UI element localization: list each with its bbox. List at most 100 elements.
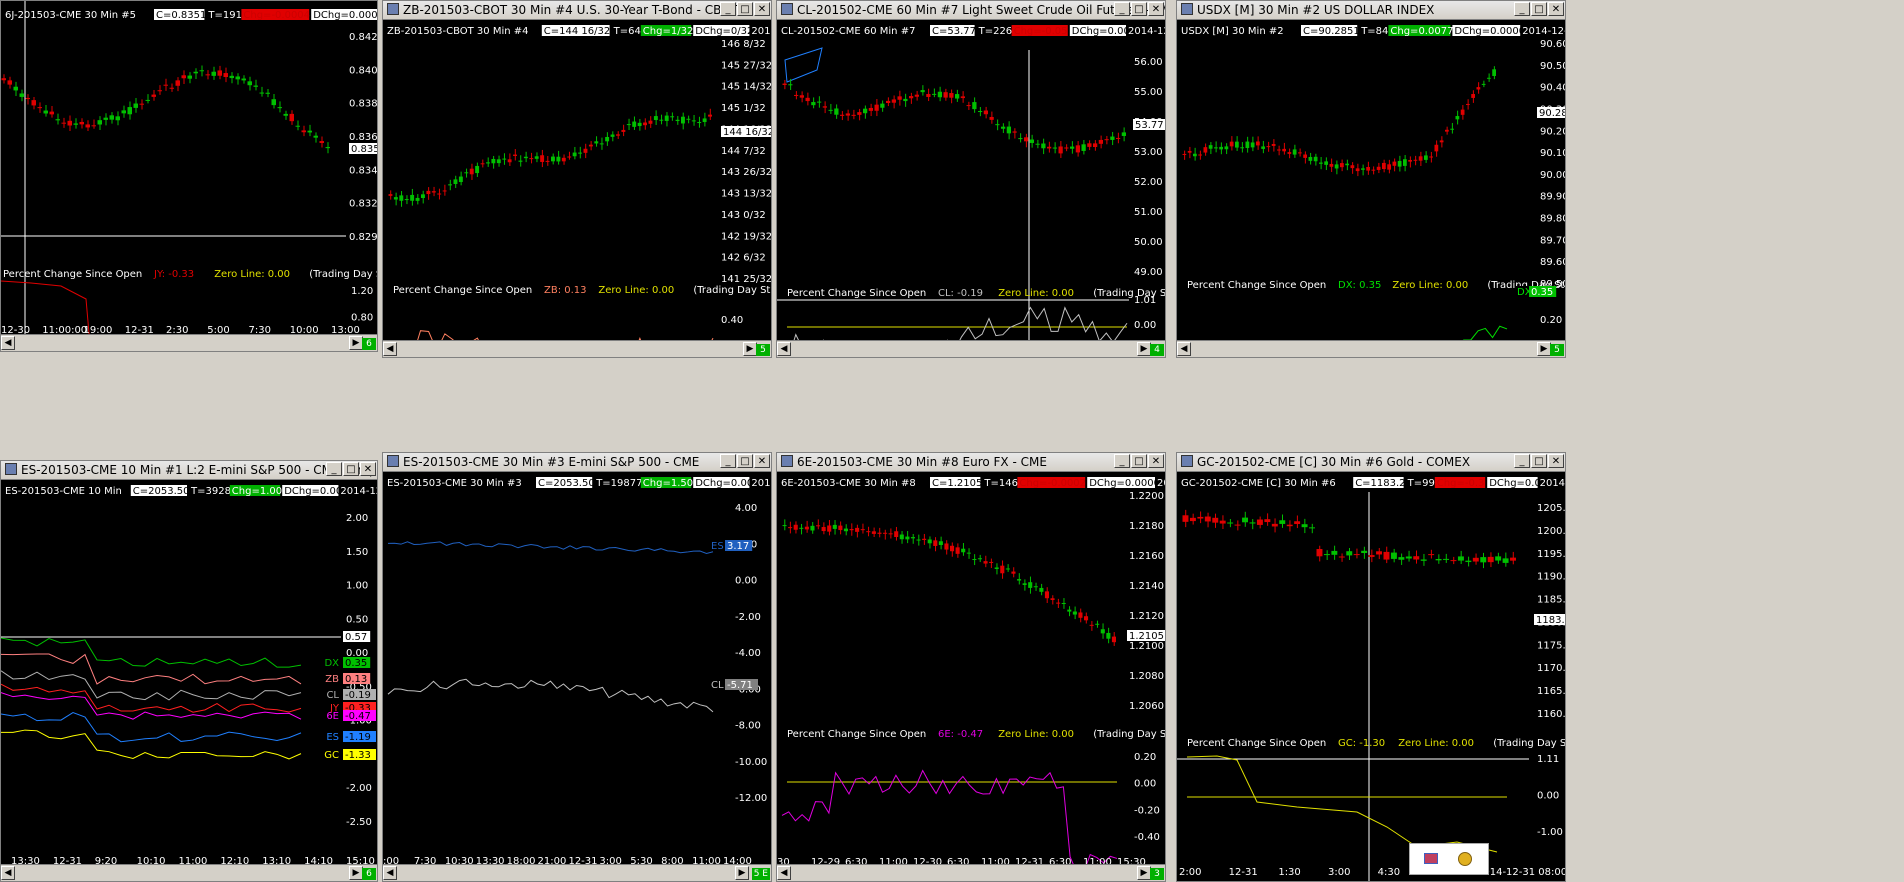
scroll-left-icon[interactable]: ◀ (777, 342, 791, 356)
scroll-right-icon[interactable]: ▶ (1137, 342, 1151, 356)
chart-window-gc[interactable]: GC-201502-CME [C] 30 Min #6 Gold - COMEX… (1176, 452, 1566, 882)
close-icon[interactable]: ✕ (754, 2, 770, 16)
chart-window-zb[interactable]: ZB-201503-CBOT 30 Min #4 U.S. 30-Year T-… (382, 0, 772, 358)
candle-body (1368, 555, 1375, 557)
window-title: ZB-201503-CBOT 30 Min #4 U.S. 30-Year T-… (403, 3, 738, 17)
close-icon[interactable]: ✕ (360, 462, 376, 476)
maximize-icon[interactable]: □ (737, 2, 753, 16)
maximize-icon[interactable]: □ (1531, 454, 1547, 468)
horizontal-scrollbar[interactable]: ◀ ▶ 6 (1, 864, 377, 881)
scroll-left-icon[interactable]: ◀ (1, 866, 15, 880)
horizontal-scrollbar[interactable]: ◀ ▶ 5 (1177, 340, 1565, 357)
candle-body (1510, 557, 1516, 561)
scroll-left-icon[interactable]: ◀ (383, 866, 397, 880)
window-titlebar[interactable]: USDX [M] 30 Min #2 US DOLLAR INDEX _ □ ✕ (1177, 1, 1565, 20)
chart-window-6j[interactable]: 6J-201503-CME 30 Min #5 C=0.8351 T=191 Chg=… (0, 0, 378, 352)
chart-zb[interactable]: ZB-201503-CBOT 30 Min #4 C=144 16/32 T=64 C… (383, 20, 772, 343)
horizontal-scrollbar[interactable]: ◀ ▶ 6 (1, 334, 377, 351)
scroll-left-icon[interactable]: ◀ (1, 336, 15, 350)
chart-gc[interactable]: GC-201502-CME [C] 30 Min #6 C=1183.2 T=99 C… (1177, 472, 1566, 882)
chart-cl[interactable]: CL-201502-CME 60 Min #7 C=53.77 T=226 Chg=-… (777, 20, 1166, 343)
scroll-right-icon[interactable]: ▶ (349, 336, 363, 350)
candle-body (283, 113, 288, 116)
price-axis-label: 0.8380 (349, 99, 378, 110)
window-titlebar[interactable]: ZB-201503-CBOT 30 Min #4 U.S. 30-Year T-… (383, 1, 771, 20)
candle-body (205, 74, 210, 76)
scroll-left-icon[interactable]: ◀ (383, 342, 397, 356)
candle-body (1256, 519, 1263, 525)
chart-es-comparison[interactable]: ES-201503-CME 10 Min C=2053.50 T=3928 Chg=1… (1, 480, 378, 867)
window-titlebar[interactable]: 6E-201503-CME 30 Min #8 Euro FX - CME _ □… (777, 453, 1165, 472)
candle-body (1405, 556, 1412, 559)
window-titlebar[interactable]: ES-201503-CME 10 Min #1 L:2 E-mini S&P 5… (1, 461, 377, 480)
candle-body (817, 101, 822, 103)
horizontal-scrollbar[interactable]: ◀ ▶ 4 (777, 340, 1165, 357)
candle-body (1428, 554, 1435, 556)
scroll-right-icon[interactable]: ▶ (743, 342, 757, 356)
chart-6j[interactable]: 6J-201503-CME 30 Min #5 C=0.8351 T=191 Chg=… (1, 1, 378, 337)
window-titlebar[interactable]: CL-201502-CME 60 Min #7 Light Sweet Crud… (777, 1, 1165, 20)
chart-es[interactable]: ES-201503-CME 30 Min #3 C=2053.50 T=19877 C… (383, 472, 772, 867)
maximize-icon[interactable]: □ (737, 454, 753, 468)
close-icon[interactable]: ✕ (1148, 2, 1164, 16)
chart-6e[interactable]: 6E-201503-CME 30 Min #8 C=1.2105 T=146 Chg=… (777, 472, 1166, 867)
info-dchg: DChg=0.00 (1072, 26, 1130, 37)
horizontal-scrollbar[interactable]: ◀ ▶ 5 (383, 340, 771, 357)
horizontal-scrollbar[interactable]: ◀ ▶ 5 E (383, 864, 771, 881)
minimize-icon[interactable]: _ (1114, 2, 1130, 16)
price-axis-label: 53.00 (1134, 147, 1163, 158)
candle-body (938, 541, 943, 545)
maximize-icon[interactable]: □ (1131, 2, 1147, 16)
info-close: C=1183.2 (1355, 478, 1405, 489)
minimize-icon[interactable]: _ (720, 454, 736, 468)
minimize-icon[interactable]: _ (326, 462, 342, 476)
price-axis-label: 90.1000 (1540, 148, 1566, 159)
series-tag: CL (326, 690, 339, 701)
chart-window-6e[interactable]: 6E-201503-CME 30 Min #8 Euro FX - CME _ □… (776, 452, 1166, 882)
candle-body (404, 199, 409, 201)
candle-body (1334, 164, 1339, 169)
gold-coin-icon[interactable] (1458, 852, 1472, 866)
chart-window-es[interactable]: ES-201503-CME 30 Min #3 E-mini S&P 500 -… (382, 452, 772, 882)
window-titlebar[interactable]: GC-201502-CME [C] 30 Min #6 Gold - COMEX… (1177, 453, 1565, 472)
scroll-left-icon[interactable]: ◀ (1177, 342, 1191, 356)
minimize-icon[interactable]: _ (1114, 454, 1130, 468)
scroll-left-icon[interactable]: ◀ (777, 866, 791, 880)
candle-body (966, 552, 971, 554)
horizontal-scrollbar[interactable]: ◀ ▶ 3 (777, 864, 1165, 881)
chart-window-cl[interactable]: CL-201502-CME 60 Min #7 Light Sweet Crud… (776, 0, 1166, 358)
minimize-icon[interactable]: _ (720, 2, 736, 16)
close-icon[interactable]: ✕ (1148, 454, 1164, 468)
maximize-icon[interactable]: □ (1531, 2, 1547, 16)
close-icon[interactable]: ✕ (1548, 454, 1564, 468)
info-date: 2014-12- (751, 26, 772, 37)
scroll-right-icon[interactable]: ▶ (349, 866, 363, 880)
candle-body (1052, 147, 1057, 149)
chart-usdx[interactable]: USDX [M] 30 Min #2 C=90.2851 T=84 Chg=0.007… (1177, 20, 1566, 343)
candle-body (426, 190, 431, 195)
zero-line-label: Zero Line: 0.00 (998, 288, 1074, 299)
window-title: 6E-201503-CME 30 Min #8 Euro FX - CME (797, 455, 1047, 469)
flag-icon[interactable] (1424, 853, 1438, 864)
candle-body (1017, 579, 1022, 581)
taskbar-popup[interactable] (1409, 843, 1489, 875)
candle-body (1061, 603, 1066, 605)
minimize-icon[interactable]: _ (1514, 454, 1530, 468)
chart-window-usdx[interactable]: USDX [M] 30 Min #2 US DOLLAR INDEX _ □ ✕ U… (1176, 0, 1566, 358)
close-icon[interactable]: ✕ (1548, 2, 1564, 16)
close-icon[interactable]: ✕ (754, 454, 770, 468)
chart-window-es-comparison[interactable]: ES-201503-CME 10 Min #1 L:2 E-mini S&P 5… (0, 460, 378, 882)
candle-body (1029, 139, 1034, 143)
window-title: ES-201503-CME 30 Min #3 E-mini S&P 500 -… (403, 455, 700, 469)
scroll-right-icon[interactable]: ▶ (735, 866, 749, 880)
candle-body (464, 172, 469, 174)
scroll-right-icon[interactable]: ▶ (1137, 866, 1151, 880)
maximize-icon[interactable]: □ (343, 462, 359, 476)
info-date: 2014-12-31 16 (1540, 478, 1566, 489)
scroll-right-icon[interactable]: ▶ (1537, 342, 1551, 356)
price-axis-label: 0.8360 (349, 132, 378, 143)
maximize-icon[interactable]: □ (1131, 454, 1147, 468)
window-titlebar[interactable]: ES-201503-CME 30 Min #3 E-mini S&P 500 -… (383, 453, 771, 472)
minimize-icon[interactable]: _ (1514, 2, 1530, 16)
candle-body (1450, 560, 1457, 562)
